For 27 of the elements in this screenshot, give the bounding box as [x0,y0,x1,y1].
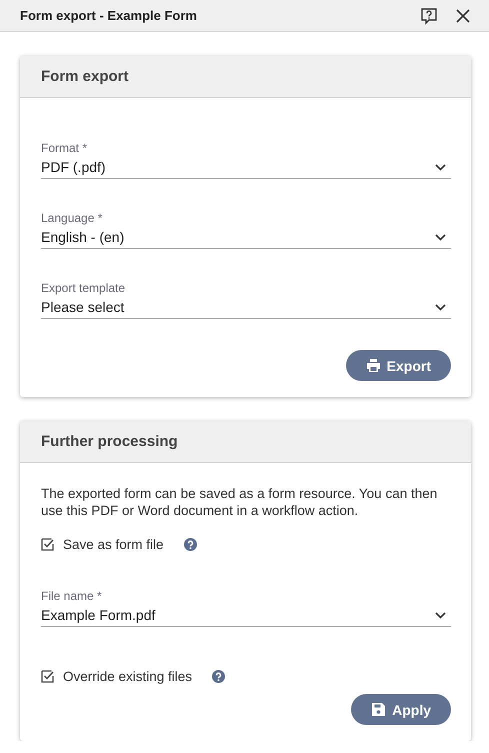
field-label: Language * [41,211,104,226]
checkbox-label[interactable]: Override existing files [63,668,192,684]
help-icon[interactable] [420,6,438,24]
close-icon[interactable] [456,8,470,22]
help-icon[interactable] [212,670,226,682]
action-button[interactable]: Apply [351,694,451,725]
card-title: Further processing [41,433,178,450]
printer-icon [366,358,381,373]
checkbox-label[interactable]: Save as form file [63,536,164,552]
card-title: Form export [41,68,129,85]
chevron-down-icon[interactable] [435,234,446,240]
chevron-down-icon[interactable] [435,304,446,310]
chevron-down-icon[interactable] [435,164,446,170]
window-title: Form export - Example Form [20,8,197,23]
field-label: File name * [41,589,103,604]
dropdown-field[interactable]: Example Form.pdf [41,604,451,627]
field-label: Export template [41,281,126,296]
help-icon[interactable] [184,538,197,550]
dropdown-field[interactable]: English - (en) [41,226,451,249]
checkbox[interactable] [41,538,54,550]
field-label: Format * [41,141,88,156]
action-button[interactable]: Export [346,350,451,381]
chevron-down-icon[interactable] [435,612,446,618]
description-text: The exported form can be saved as a form resource. You can then use this PDF or Word document in a workflow action. [41,485,438,519]
checkbox[interactable] [41,670,54,682]
dropdown-field[interactable]: Please select [41,296,451,319]
dropdown-field[interactable]: PDF (.pdf) [41,156,451,179]
